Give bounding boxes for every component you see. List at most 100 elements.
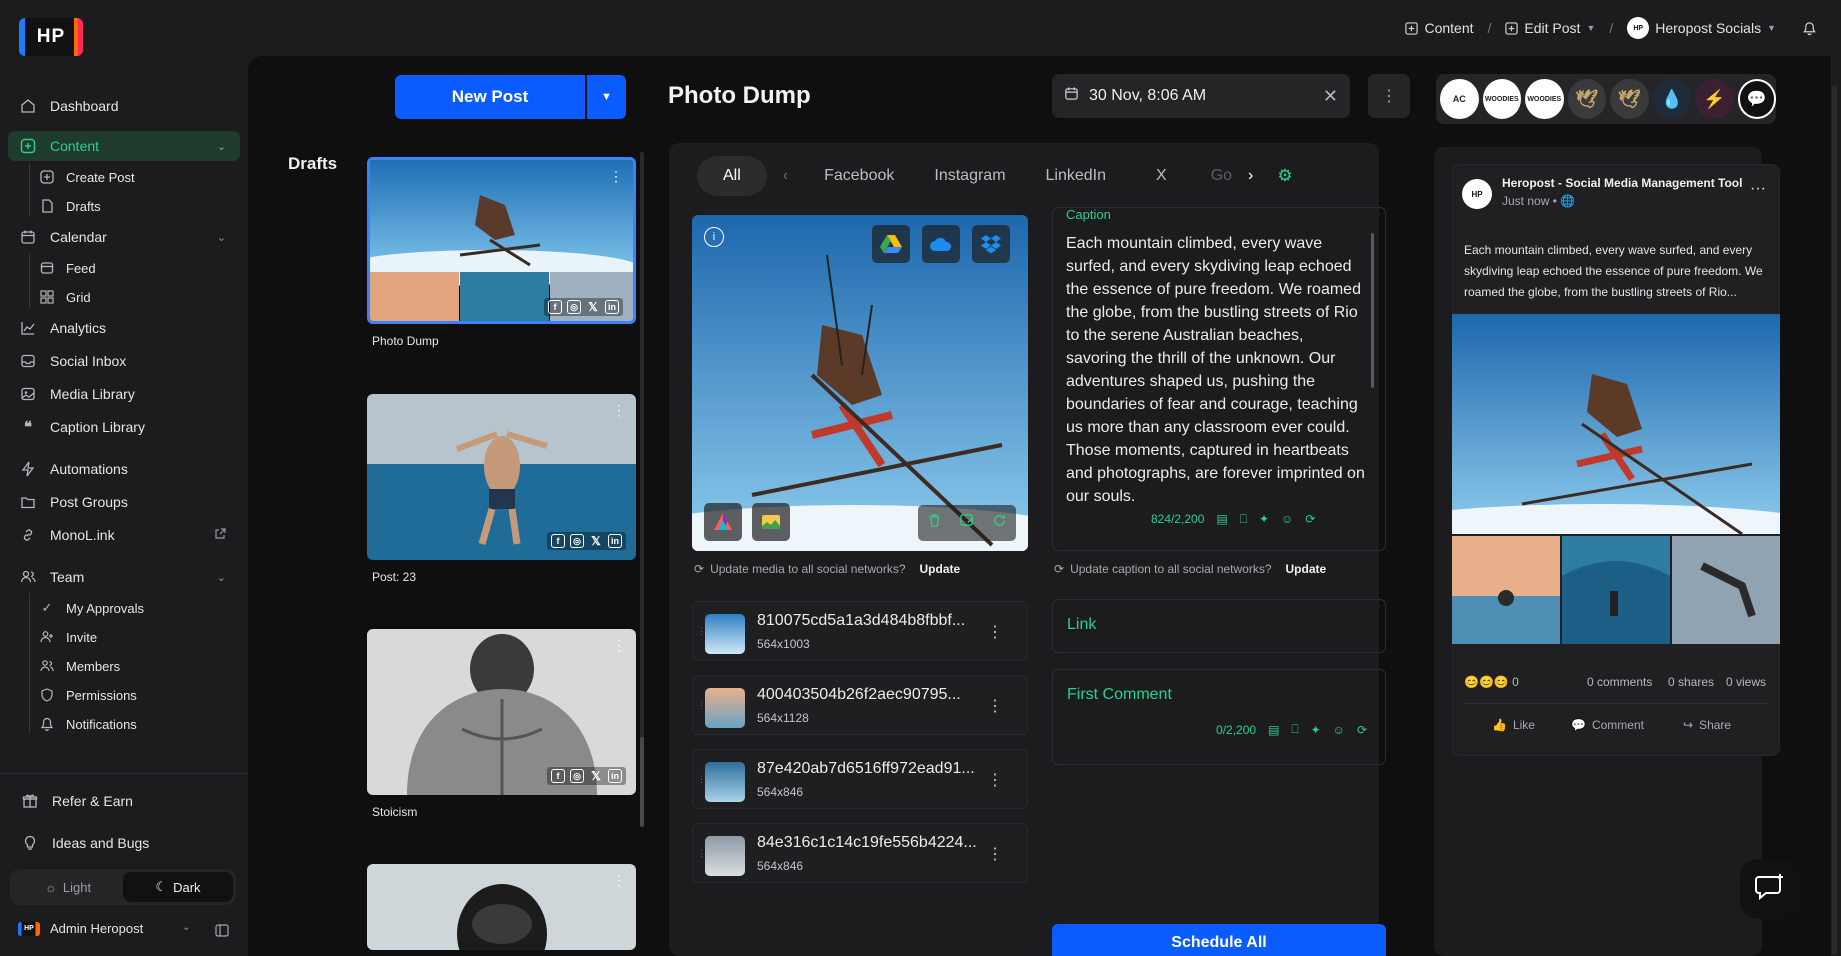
scrollbar-thumb[interactable] (640, 737, 644, 827)
account-avatar[interactable]: 🕊 (1610, 79, 1649, 119)
new-post-dropdown[interactable]: ▼ (587, 75, 626, 119)
info-icon[interactable]: i (704, 227, 724, 247)
chevron-down-icon[interactable]: ⌄ (182, 922, 190, 933)
account-avatar[interactable]: ⚡ (1695, 79, 1734, 119)
sidebar-item-my-approvals[interactable]: ✓ My Approvals (30, 593, 240, 623)
media-list-item[interactable]: ⋮ 84e316c1c14c19fe556b4224... 564x846 ⋮ (692, 823, 1028, 883)
sidebar-item-drafts[interactable]: Drafts (30, 191, 240, 221)
account-avatar[interactable]: 💬 (1737, 79, 1776, 119)
tab-facebook[interactable]: Facebook (804, 156, 914, 196)
media-preview[interactable]: i (692, 215, 1028, 551)
support-chat-button[interactable] (1740, 859, 1800, 919)
draft-card-stoicism[interactable]: ⋮ f ◎ 𝕏in (367, 629, 636, 795)
kebab-icon[interactable]: ⋮ (987, 770, 1003, 790)
tabs-scroll-right[interactable]: › (1240, 156, 1271, 196)
workspace-switcher[interactable]: HP Heropost Socials ▼ (1627, 17, 1776, 39)
first-comment-field[interactable]: First Comment 0/2,200 ▤ ⎕ ✦ ☺ ⟳ (1052, 669, 1386, 765)
drafts-scrollbar[interactable] (640, 152, 644, 827)
sidebar-item-automations[interactable]: Automations (8, 454, 240, 484)
tabs-scroll-left[interactable]: ‹ (767, 156, 804, 196)
breadcrumb-edit-post[interactable]: Edit Post ▼ (1505, 20, 1595, 36)
caption-scrollbar[interactable] (1371, 233, 1374, 388)
sidebar-item-caption-library[interactable]: ❝ Caption Library (8, 412, 240, 442)
kebab-icon[interactable]: ⋮ (987, 696, 1003, 716)
comment-icon[interactable]: ▤ (1268, 723, 1279, 737)
caption-textarea[interactable]: Each mountain climbed, every wave surfed… (1066, 232, 1366, 528)
sidebar-item-grid[interactable]: Grid (30, 282, 240, 312)
preview-comment-button[interactable]: 💬 Comment (1571, 718, 1644, 732)
theme-light-button[interactable]: ☼ Light (13, 872, 123, 902)
media-list-item[interactable]: ⋮ 87e420ab7d6516ff972ead91... 564x846 ⋮ (692, 749, 1028, 809)
sidebar-item-team[interactable]: Team ⌄ (8, 562, 240, 592)
edit-image-icon[interactable] (959, 513, 975, 533)
sidebar-item-calendar[interactable]: Calendar ⌄ (8, 222, 240, 252)
google-drive-icon[interactable] (872, 225, 910, 263)
sidebar-item-media-library[interactable]: Media Library (8, 379, 240, 409)
kebab-icon[interactable]: ⋮ (609, 168, 623, 185)
account-avatar[interactable]: AC (1440, 79, 1479, 119)
trash-icon[interactable] (927, 513, 942, 533)
sidebar-item-social-inbox[interactable]: Social Inbox (8, 346, 240, 376)
comment-icon[interactable]: ▤ (1216, 512, 1227, 526)
draft-card-photo-dump[interactable]: ⋮ f ◎ 𝕏in (367, 157, 636, 324)
account-avatar[interactable]: 🕊 (1567, 79, 1606, 119)
tab-x[interactable]: X (1126, 156, 1197, 196)
sidebar-item-post-groups[interactable]: Post Groups (8, 487, 240, 517)
theme-dark-button[interactable]: ☾ Dark (123, 872, 233, 902)
emoji-icon[interactable]: ☺ (1281, 512, 1293, 526)
onedrive-icon[interactable] (922, 225, 960, 263)
account-avatar[interactable]: WOODIES (1482, 79, 1521, 119)
bookmark-icon[interactable]: ⎕ (1291, 722, 1298, 737)
sidebar-item-create-post[interactable]: Create Post (30, 162, 240, 192)
replace-icon[interactable] (992, 513, 1007, 533)
kebab-icon[interactable]: ⋮ (612, 872, 626, 889)
ellipsis-icon[interactable]: ··· (1750, 180, 1766, 198)
sidebar-item-ideas-bugs[interactable]: Ideas and Bugs (8, 828, 240, 858)
sidebar-item-feed[interactable]: Feed (30, 253, 240, 283)
media-list-item[interactable]: ⋮ 400403504b26f2aec90795... 564x1128 ⋮ (692, 675, 1028, 735)
tab-all[interactable]: All (697, 156, 767, 196)
update-media-button[interactable]: Update (920, 562, 961, 576)
sidebar-item-monolink[interactable]: MonoL.ink (8, 520, 240, 550)
sidebar-item-permissions[interactable]: Permissions (30, 680, 240, 710)
media-list-item[interactable]: ⋮ 810075cd5a1a3d484b8fbbf... 564x1003 ⋮ (692, 601, 1028, 661)
emoji-icon[interactable]: ☺ (1333, 723, 1345, 737)
sidebar-item-content[interactable]: Content ⌄ (8, 131, 240, 161)
sidebar-item-analytics[interactable]: Analytics (8, 313, 240, 343)
draft-card-post-23[interactable]: ⋮ f ◎ 𝕏in (367, 394, 636, 560)
new-post-button[interactable]: New Post (395, 75, 585, 119)
dropbox-icon[interactable] (972, 225, 1010, 263)
sidebar-item-invite[interactable]: Invite (30, 622, 240, 652)
tabs-settings[interactable]: ⚙ (1271, 156, 1298, 196)
bookmark-icon[interactable]: ⎕ (1240, 512, 1247, 527)
gallery-icon[interactable] (752, 503, 790, 541)
ai-sparkle-icon[interactable]: ✦ (1311, 723, 1321, 737)
tab-instagram[interactable]: Instagram (914, 156, 1025, 196)
user-menu[interactable]: HP Admin Heropost (18, 921, 143, 936)
page-scrollbar[interactable] (1832, 85, 1837, 955)
clear-date-icon[interactable]: ✕ (1323, 86, 1338, 107)
kebab-icon[interactable]: ⋮ (987, 844, 1003, 864)
kebab-icon[interactable]: ⋮ (987, 622, 1003, 642)
ai-sparkle-icon[interactable]: ✦ (1259, 512, 1269, 526)
kebab-icon[interactable]: ⋮ (612, 402, 626, 419)
account-avatar[interactable]: WOODIES (1525, 79, 1564, 119)
sidebar-item-refer-earn[interactable]: Refer & Earn (8, 786, 240, 816)
more-options-button[interactable]: ⋮ (1368, 74, 1410, 118)
bell-icon[interactable] (1802, 21, 1817, 36)
preview-like-button[interactable]: 👍 Like (1492, 718, 1535, 732)
sidebar-item-notifications[interactable]: Notifications (30, 709, 240, 739)
canva-icon[interactable] (704, 503, 742, 541)
sidebar-item-dashboard[interactable]: Dashboard (8, 91, 240, 121)
tab-google[interactable]: Go (1197, 156, 1240, 196)
kebab-icon[interactable]: ⋮ (612, 637, 626, 654)
account-avatar[interactable]: 💧 (1652, 79, 1691, 119)
draft-card[interactable]: ⋮ (367, 864, 636, 950)
preview-share-button[interactable]: ↪ Share (1683, 718, 1731, 732)
schedule-all-button[interactable]: Schedule All (1052, 924, 1386, 956)
update-caption-button[interactable]: Update (1286, 562, 1327, 576)
tab-linkedin[interactable]: LinkedIn (1026, 156, 1127, 196)
refresh-icon[interactable]: ⟳ (1305, 512, 1315, 526)
schedule-date-field[interactable]: 30 Nov, 8:06 AM ✕ (1052, 74, 1350, 118)
sidebar-item-members[interactable]: Members (30, 651, 240, 681)
